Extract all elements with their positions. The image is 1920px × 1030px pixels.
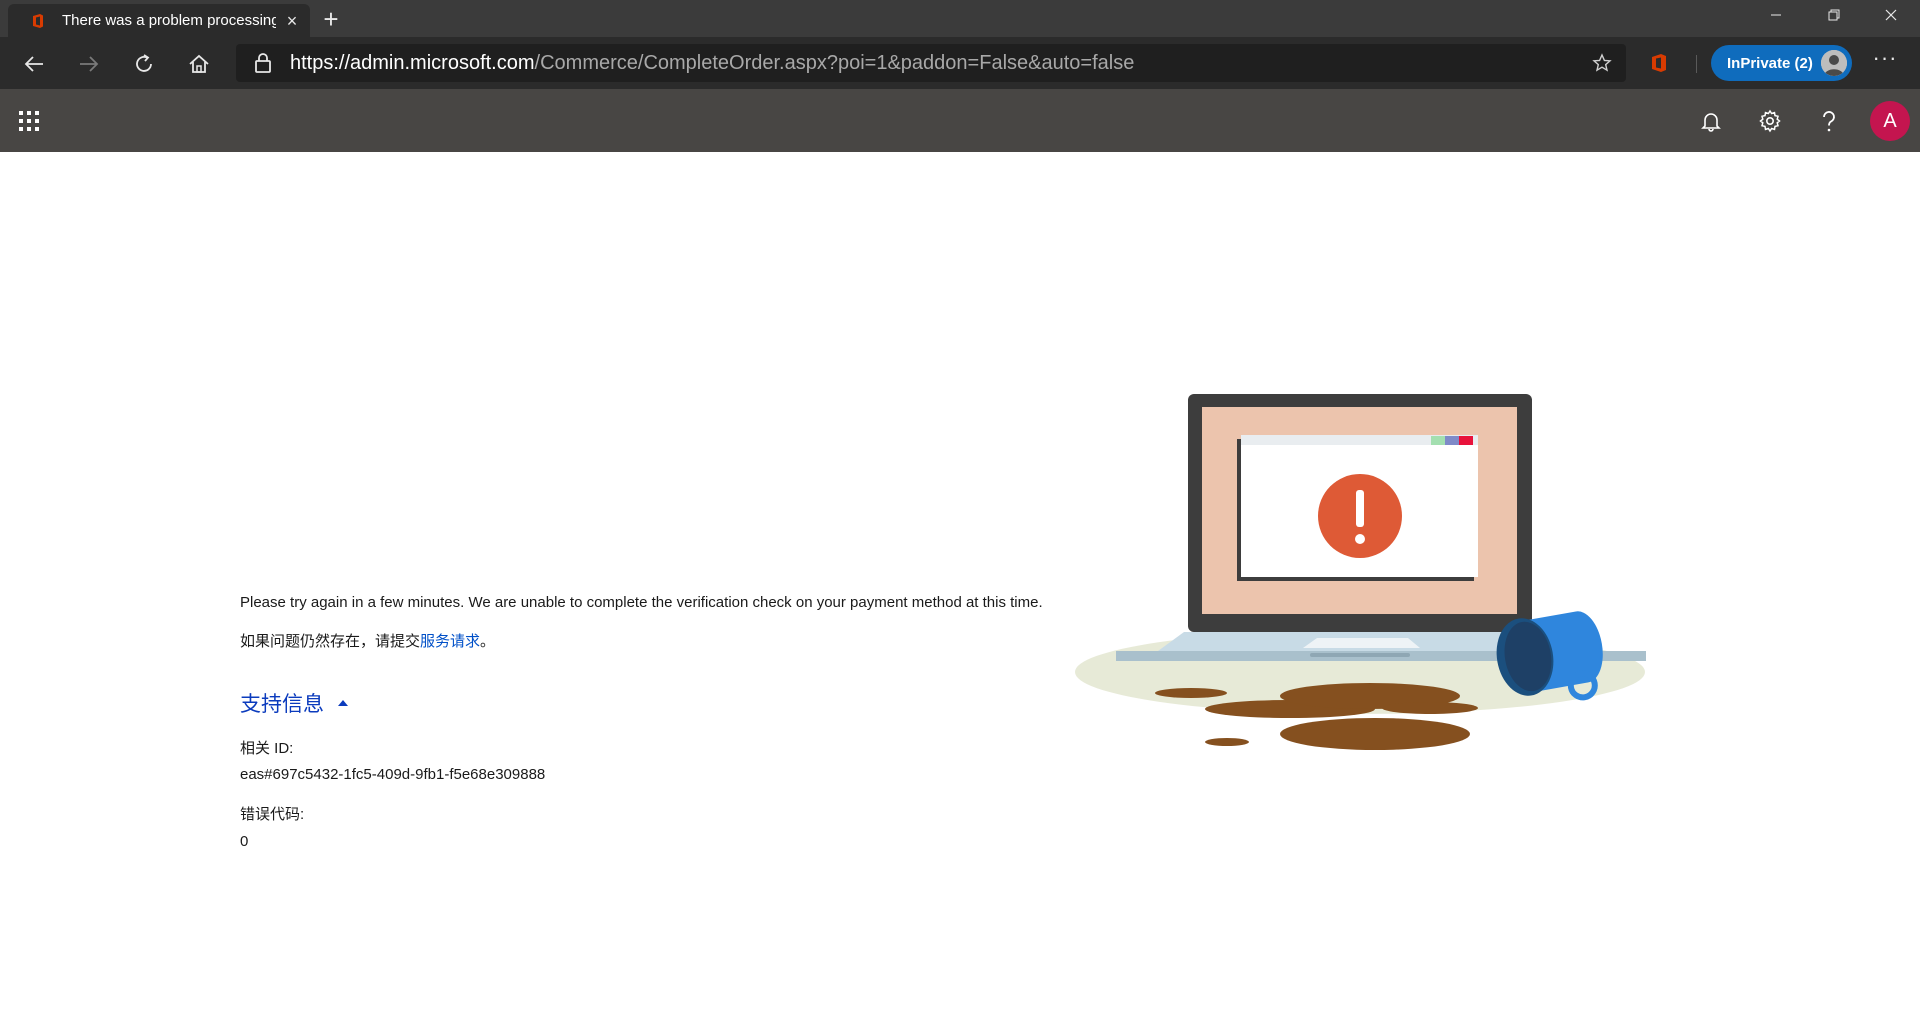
user-avatar[interactable]: A (1870, 101, 1910, 141)
settings-gear-icon[interactable] (1757, 108, 1783, 134)
url-text: https://admin.microsoft.com/Commerce/Com… (290, 52, 1134, 75)
forward-icon[interactable] (72, 47, 106, 81)
notifications-bell-icon[interactable] (1698, 108, 1724, 134)
refresh-icon[interactable] (127, 47, 161, 81)
tab-title: There was a problem processing (62, 12, 276, 29)
url-host: https://admin.microsoft.com (290, 52, 535, 74)
new-tab-icon[interactable]: + (318, 6, 344, 32)
close-window-icon[interactable] (1862, 0, 1920, 30)
persist-prefix: 如果问题仍然存在，请提交 (240, 633, 421, 650)
app-launcher-icon[interactable] (18, 110, 40, 132)
browser-tab[interactable]: There was a problem processing × (8, 4, 310, 37)
office-extension-icon[interactable] (1650, 53, 1668, 73)
error-code-label: 错误代码: (240, 806, 305, 823)
home-icon[interactable] (182, 47, 216, 81)
toolbar-separator (1696, 55, 1697, 73)
inprivate-label: InPrivate (2) (1727, 54, 1813, 72)
persist-suffix: 。 (480, 633, 496, 650)
back-icon[interactable] (17, 47, 51, 81)
persist-message: 如果问题仍然存在，请提交服务请求。 (240, 630, 495, 651)
minimize-icon[interactable] (1747, 0, 1805, 30)
correlation-id-label: 相关 ID: (240, 740, 294, 757)
close-tab-icon[interactable]: × (284, 12, 300, 30)
lock-icon[interactable] (254, 53, 272, 73)
error-code-value: 0 (240, 833, 249, 850)
inprivate-button[interactable]: InPrivate (2) (1711, 45, 1852, 81)
error-page-content: Please try again in a few minutes. We ar… (0, 152, 1920, 1030)
service-request-link[interactable]: 服务请求 (420, 633, 480, 650)
error-message: Please try again in a few minutes. We ar… (240, 594, 1043, 611)
url-path: /Commerce/CompleteOrder.aspx?poi=1&paddo… (534, 52, 1135, 74)
support-info-toggle[interactable]: 支持信息 (240, 688, 348, 718)
more-options-icon[interactable]: ··· (1868, 47, 1902, 75)
chevron-up-icon (338, 700, 348, 706)
app-header: A (0, 89, 1920, 152)
browser-tab-strip: There was a problem processing × + (0, 0, 1920, 37)
help-icon[interactable] (1816, 108, 1842, 134)
address-bar[interactable]: https://admin.microsoft.com/Commerce/Com… (236, 44, 1626, 82)
correlation-id-value: eas#697c5432-1fc5-409d-9fb1-f5e68e309888 (240, 766, 546, 783)
browser-toolbar: https://admin.microsoft.com/Commerce/Com… (0, 37, 1920, 89)
restore-icon[interactable] (1805, 0, 1863, 30)
office-icon (33, 14, 43, 28)
profile-avatar-icon (1821, 50, 1847, 76)
support-info-heading: 支持信息 (240, 693, 324, 716)
favorite-star-icon[interactable] (1592, 53, 1612, 73)
laptop-spilled-coffee-illustration (1075, 394, 1646, 750)
